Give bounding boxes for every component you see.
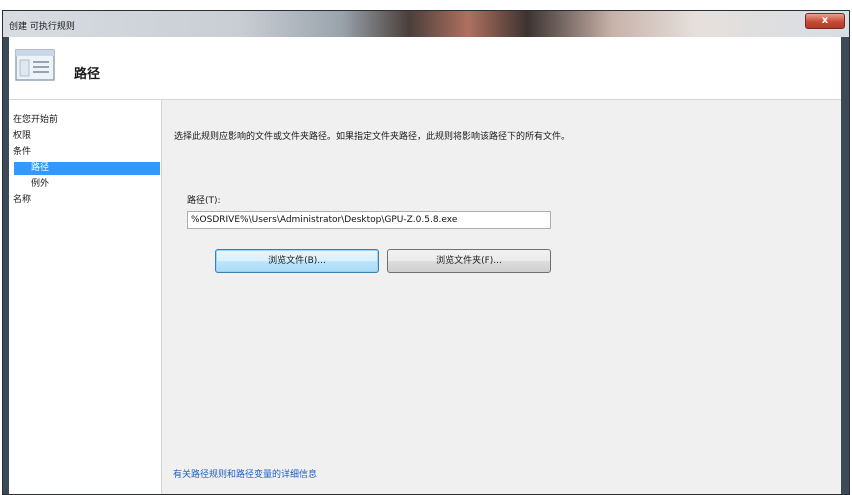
browse-folders-button[interactable]: 浏览文件夹(F)... <box>387 249 551 273</box>
nav-item-exceptions[interactable]: 例外 <box>31 178 49 191</box>
path-rules-help-link[interactable]: 有关路径规则和路径变量的详细信息 <box>173 467 317 480</box>
window-title: 创建 可执行规则 <box>9 22 75 32</box>
wizard-steps-nav: 在您开始前 权限 条件 路径 例外 名称 <box>9 100 162 494</box>
path-input[interactable] <box>187 211 551 229</box>
close-button[interactable]: x <box>805 13 845 29</box>
title-bar[interactable]: 创建 可执行规则 x <box>3 11 849 37</box>
wizard-header: 路径 <box>9 37 841 100</box>
dialog-client-area: 路径 在您开始前 权限 条件 路径 例外 名称 选择此规则应影响的文件或文件夹路… <box>9 37 841 494</box>
page-title: 路径 <box>74 67 101 82</box>
wizard-content: 选择此规则应影响的文件或文件夹路径。如果指定文件夹路径，此规则将影响该路径下的所… <box>162 100 841 494</box>
nav-item-name[interactable]: 名称 <box>13 194 31 207</box>
nav-item-conditions[interactable]: 条件 <box>13 146 31 159</box>
nav-item-permissions[interactable]: 权限 <box>13 130 31 143</box>
nav-item-before-you-begin[interactable]: 在您开始前 <box>13 114 58 127</box>
browse-files-button[interactable]: 浏览文件(B)... <box>215 249 379 273</box>
path-label: 路径(T): <box>187 196 221 206</box>
step-description: 选择此规则应影响的文件或文件夹路径。如果指定文件夹路径，此规则将影响该路径下的所… <box>174 132 571 142</box>
rules-list-icon <box>15 49 55 81</box>
nav-item-path[interactable]: 路径 <box>14 162 160 175</box>
create-executable-rule-window: 创建 可执行规则 x 路径 在您开始前 权限 条件 路径 例外 名称 选择此规则… <box>2 10 850 495</box>
